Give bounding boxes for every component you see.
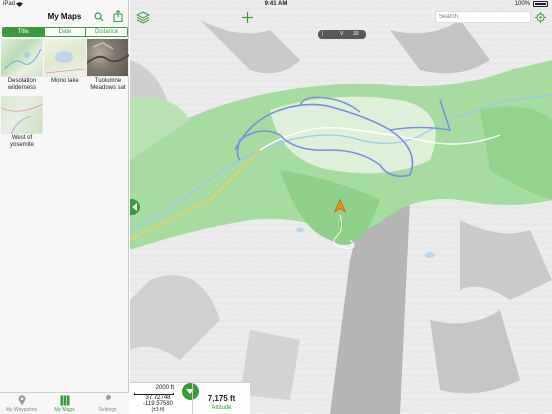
map-item[interactable]: West of yosemite xyxy=(0,96,44,152)
tab-label: My Waypoints xyxy=(5,407,38,413)
altitude-label: Altitude xyxy=(211,405,232,411)
scale-bar: 2000 ft xyxy=(134,385,174,395)
locate-icon[interactable] xyxy=(535,12,546,23)
share-icon[interactable] xyxy=(113,10,123,22)
map-thumbnail xyxy=(44,39,86,77)
tab-settings[interactable]: Settings xyxy=(86,395,129,414)
sidebar: My Maps Title Date Distance Desolation w… xyxy=(0,0,130,414)
layers-icon[interactable] xyxy=(136,11,150,24)
map-icon xyxy=(60,395,69,406)
tab-my-waypoints[interactable]: My Waypoints xyxy=(0,395,43,414)
battery-percent: 100% xyxy=(514,1,530,7)
status-bar: iPad 9:41 AM 100% xyxy=(0,0,552,9)
map-item-label: Desolation wilderness xyxy=(7,78,37,91)
map-thumbnail xyxy=(1,39,43,77)
altitude-value: 7,175 ft xyxy=(207,394,236,403)
tab-label: Settings xyxy=(98,407,117,413)
map-view[interactable]: | V 30 2000 ft 37.72748 -119.57580 (±3 f… xyxy=(130,0,552,414)
scale-bar-label: 2000 ft xyxy=(155,385,174,391)
altitude-display[interactable]: 7,175 ft Altitude xyxy=(192,383,250,414)
sort-by-distance[interactable]: Distance xyxy=(85,28,127,36)
map-item-label: West of yosemite xyxy=(9,135,34,148)
map-thumbnail xyxy=(86,39,130,77)
scale-pill-value: V xyxy=(340,31,344,37)
tab-bar: My Waypoints My Maps Settings xyxy=(0,392,129,414)
location-info-panel: 2000 ft 37.72748 -119.57580 (±3 ft) 7,17… xyxy=(130,382,250,414)
map-item-label: Mono lake xyxy=(51,78,79,84)
wrench-icon xyxy=(103,395,111,405)
coordinates: 37.72748 -119.57580 (±3 ft) xyxy=(134,395,182,413)
map-toolbar xyxy=(130,9,552,26)
map-item[interactable]: Tuolumne Meadows sat xyxy=(86,39,130,95)
sort-by-title[interactable]: Title xyxy=(3,28,44,36)
tab-label: My Maps xyxy=(54,407,75,413)
map-item-label: Tuolumne Meadows sat xyxy=(90,78,126,91)
search-icon[interactable] xyxy=(94,12,104,22)
sidebar-header: My Maps xyxy=(0,9,129,25)
pin-icon xyxy=(18,395,25,406)
current-location-icon xyxy=(334,199,346,213)
map-thumbnail xyxy=(0,96,44,135)
sort-by-date[interactable]: Date xyxy=(43,28,86,36)
sidebar-title: My Maps xyxy=(47,12,82,21)
battery-icon xyxy=(533,1,548,7)
map-item[interactable]: Mono lake xyxy=(44,39,86,95)
scale-pill-number: 30 xyxy=(353,31,359,37)
map-scale-indicator: | V 30 xyxy=(318,30,366,39)
map-item[interactable]: Desolation wilderness xyxy=(1,39,43,95)
clock: 9:41 AM xyxy=(264,1,288,7)
map-search-input[interactable] xyxy=(435,11,531,23)
tab-my-maps[interactable]: My Maps xyxy=(43,395,86,414)
accuracy: (±3 ft) xyxy=(151,407,165,413)
add-waypoint-icon[interactable] xyxy=(241,11,254,24)
sort-segmented-control: Title Date Distance xyxy=(2,27,128,37)
scale-pill-label: | xyxy=(322,31,324,37)
